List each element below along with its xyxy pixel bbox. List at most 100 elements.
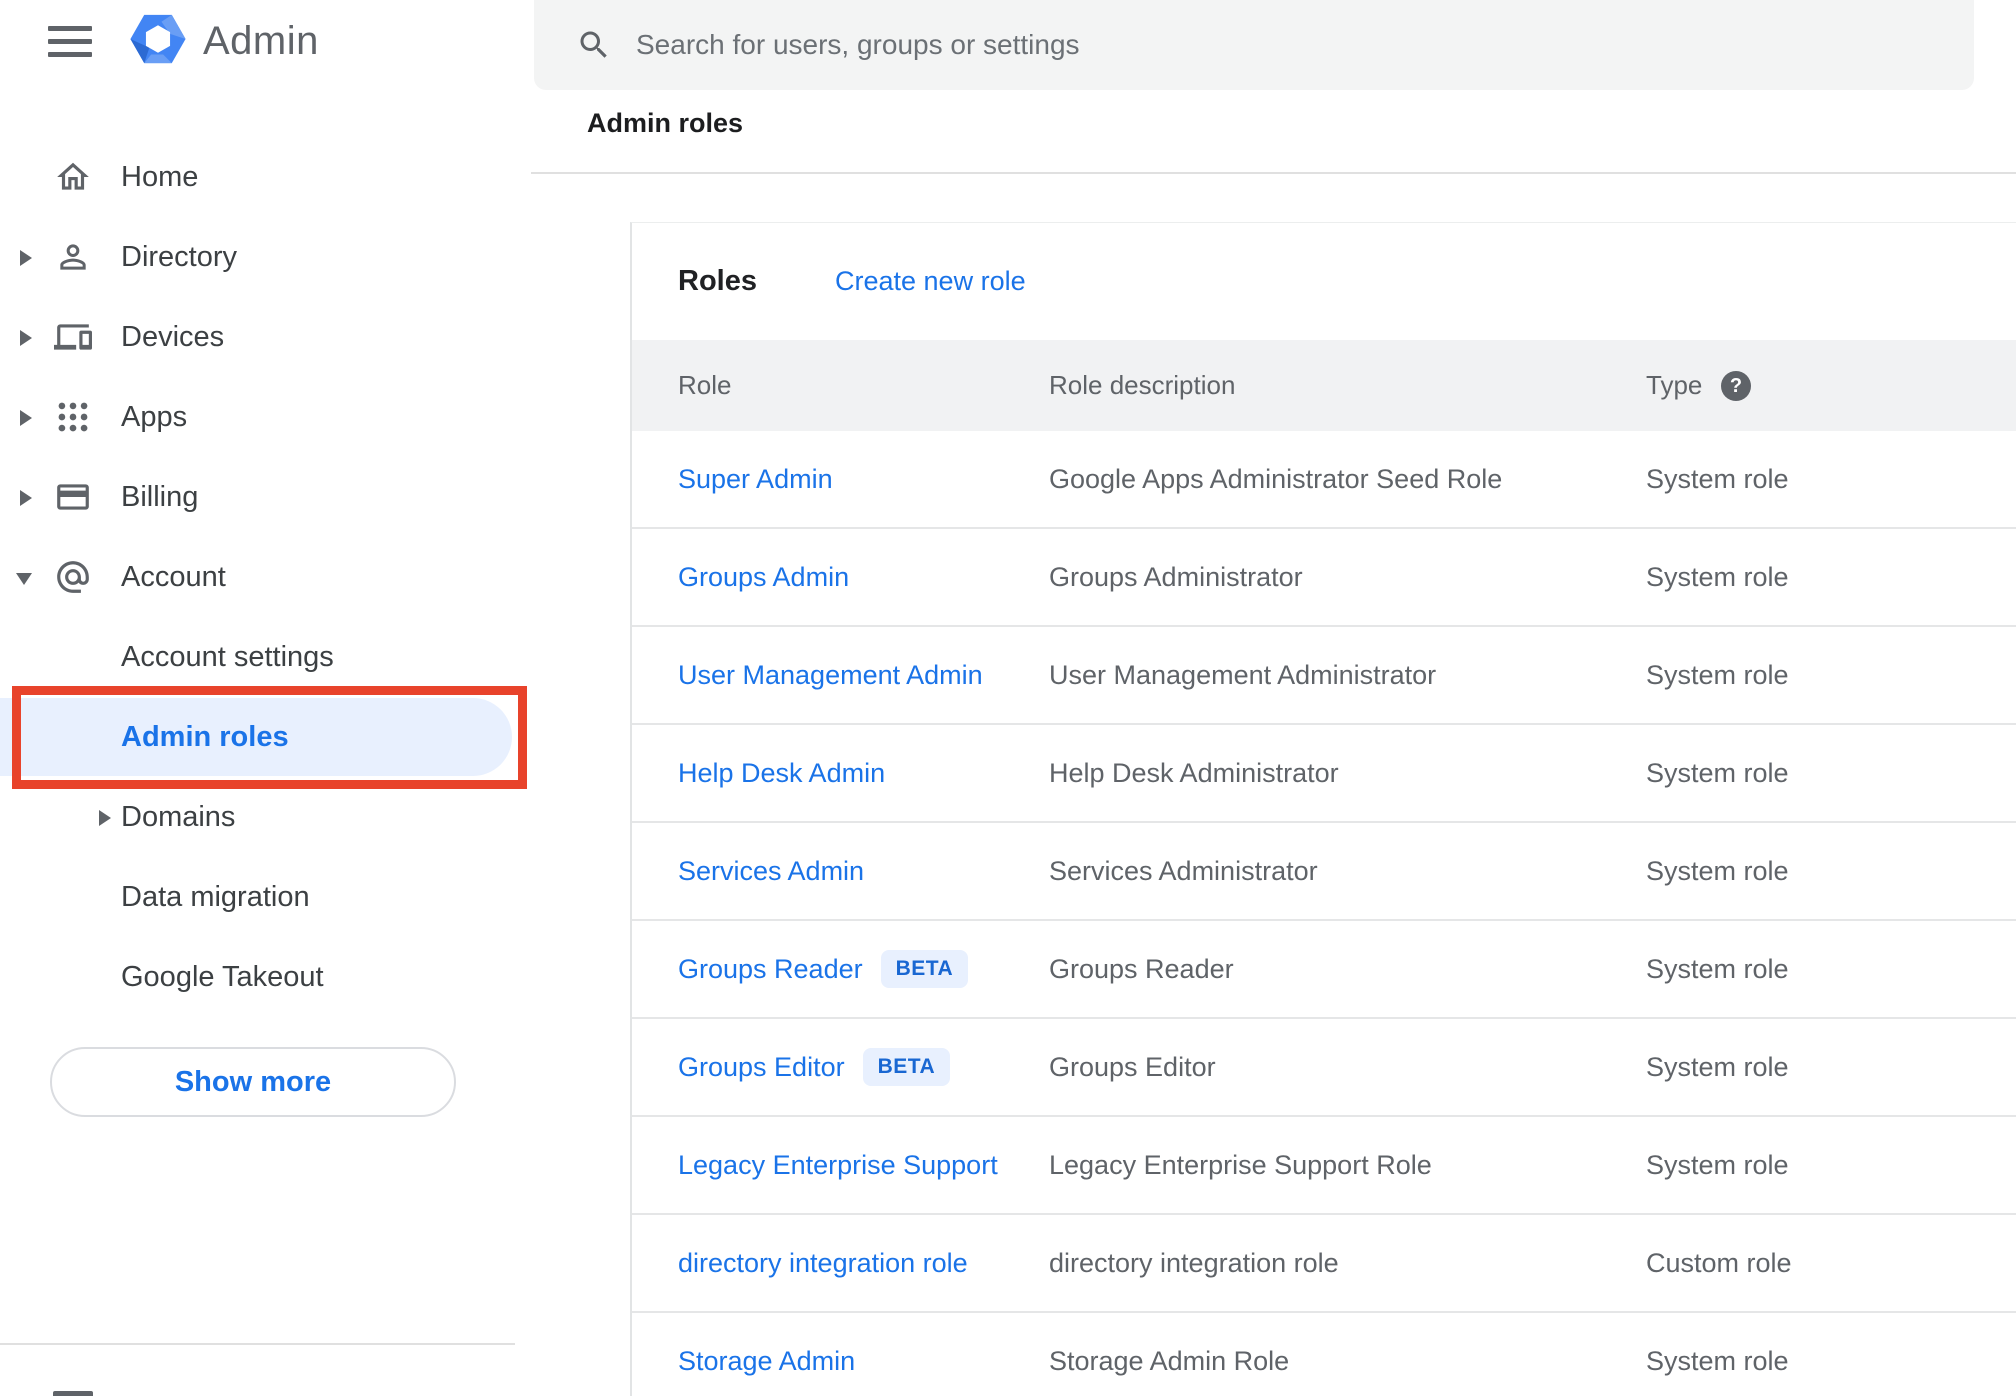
role-link[interactable]: User Management Admin [678, 660, 983, 691]
role-description: Services Administrator [1049, 855, 1318, 886]
beta-badge: BETA [862, 1048, 951, 1086]
role-type: System role [1646, 757, 1789, 788]
chevron-down-icon [16, 573, 32, 585]
role-link[interactable]: Groups Reader [678, 954, 863, 985]
role-type: System role [1646, 1051, 1789, 1082]
role-description: Google Apps Administrator Seed Role [1049, 463, 1503, 494]
breadcrumb: Admin roles [587, 108, 744, 138]
sidebar-item-google-takeout[interactable]: Google Takeout [0, 937, 531, 1017]
role-cell: Services Admin [678, 823, 864, 919]
role-description: Legacy Enterprise Support Role [1049, 1149, 1432, 1180]
search-bar [534, 0, 1974, 90]
role-cell: Groups Editor BETA [678, 1019, 951, 1115]
table-header-row: Role Role description Type ? [632, 340, 2016, 431]
role-type: Custom role [1646, 1247, 1792, 1278]
sidebar-item-directory[interactable]: Directory [0, 217, 531, 297]
sidebar-item-devices[interactable]: Devices [0, 297, 531, 377]
role-type: System role [1646, 953, 1789, 984]
role-cell: Storage Admin [678, 1313, 855, 1396]
role-link[interactable]: Groups Editor [678, 1052, 845, 1083]
role-link[interactable]: Legacy Enterprise Support [678, 1150, 998, 1181]
chevron-right-icon [20, 250, 32, 266]
roles-table-body: Super Admin Google Apps Administrator Se… [632, 431, 2016, 1396]
sidebar: Admin Home Directory Devices Apps Billin… [0, 0, 531, 1396]
role-description: Storage Admin Role [1049, 1345, 1290, 1376]
sidebar-item-account-settings[interactable]: Account settings [0, 617, 531, 697]
column-header-role: Role [678, 370, 732, 400]
sidebar-item-label: Directory [121, 240, 238, 273]
sidebar-nav: Home Directory Devices Apps Billing Acco… [0, 137, 531, 1017]
role-description: Help Desk Administrator [1049, 757, 1339, 788]
role-type: System role [1646, 855, 1789, 886]
role-description: directory integration role [1049, 1247, 1339, 1278]
role-description: Groups Editor [1049, 1051, 1216, 1082]
role-link[interactable]: Help Desk Admin [678, 758, 885, 789]
sidebar-item-admin-roles[interactable]: Admin roles [0, 697, 531, 777]
sidebar-item-domains[interactable]: Domains [0, 777, 531, 857]
chevron-right-icon [20, 410, 32, 426]
table-row: Legacy Enterprise Support Legacy Enterpr… [632, 1117, 2016, 1215]
beta-badge: BETA [880, 950, 969, 988]
chevron-right-icon [20, 330, 32, 346]
sidebar-item-label: Account settings [121, 640, 334, 673]
role-cell: Legacy Enterprise Support [678, 1117, 998, 1213]
role-type: System role [1646, 1149, 1789, 1180]
role-description: Groups Reader [1049, 953, 1234, 984]
table-row: Help Desk Admin Help Desk Administrator … [632, 725, 2016, 823]
role-link[interactable]: Storage Admin [678, 1346, 855, 1377]
role-cell: Super Admin [678, 431, 833, 527]
admin-hexagon-logo-icon [127, 8, 189, 75]
table-row: directory integration role directory int… [632, 1215, 2016, 1313]
card-title: Roles [678, 265, 757, 297]
sidebar-item-data-migration[interactable]: Data migration [0, 857, 531, 937]
sidebar-item-billing[interactable]: Billing [0, 457, 531, 537]
roles-card: Roles Create new role Role Role descript… [630, 222, 2016, 1396]
column-header-type: Type [1646, 370, 1703, 400]
sidebar-item-apps[interactable]: Apps [0, 377, 531, 457]
role-type: System role [1646, 561, 1789, 592]
clipped-bottom-icon [53, 1391, 93, 1396]
sidebar-item-label: Account [121, 560, 226, 593]
header-divider [531, 172, 2016, 174]
chevron-right-icon [20, 490, 32, 506]
sidebar-item-label: Billing [121, 480, 199, 513]
role-link[interactable]: Groups Admin [678, 562, 849, 593]
table-row: Storage Admin Storage Admin Role System … [632, 1313, 2016, 1396]
role-link[interactable]: directory integration role [678, 1248, 968, 1279]
hamburger-menu-icon[interactable] [48, 24, 92, 58]
table-row: Groups Reader BETA Groups Reader System … [632, 921, 2016, 1019]
table-row: Services Admin Services Administrator Sy… [632, 823, 2016, 921]
table-row: Groups Admin Groups Administrator System… [632, 529, 2016, 627]
search-icon [576, 27, 612, 63]
table-row: Super Admin Google Apps Administrator Se… [632, 431, 2016, 529]
help-icon[interactable]: ? [1721, 371, 1751, 401]
create-new-role-link[interactable]: Create new role [835, 223, 1026, 340]
role-description: Groups Administrator [1049, 561, 1303, 592]
role-cell: Groups Admin [678, 529, 849, 625]
sidebar-item-account[interactable]: Account [0, 537, 531, 617]
role-link[interactable]: Super Admin [678, 464, 833, 495]
show-more-button[interactable]: Show more [50, 1047, 456, 1117]
credit-card-icon [54, 478, 92, 516]
role-type: System role [1646, 659, 1789, 690]
role-cell: directory integration role [678, 1215, 968, 1311]
admin-logo: Admin [127, 10, 319, 72]
sidebar-item-label: Home [121, 160, 199, 193]
search-input[interactable] [634, 28, 1944, 62]
role-type: System role [1646, 463, 1789, 494]
sidebar-item-label: Devices [121, 320, 225, 353]
roles-card-header: Roles Create new role [632, 223, 2016, 340]
column-header-description: Role description [1049, 370, 1236, 400]
at-sign-icon [54, 558, 92, 596]
role-link[interactable]: Services Admin [678, 856, 864, 887]
sidebar-item-home[interactable]: Home [0, 137, 531, 217]
role-type: System role [1646, 1345, 1789, 1376]
person-icon [54, 238, 92, 276]
sidebar-bottom-divider [0, 1343, 515, 1345]
google-admin-console: Admin Home Directory Devices Apps Billin… [0, 0, 2016, 1396]
role-cell: User Management Admin [678, 627, 983, 723]
sidebar-item-label: Apps [121, 400, 188, 433]
table-row: Groups Editor BETA Groups Editor System … [632, 1019, 2016, 1117]
role-cell: Help Desk Admin [678, 725, 885, 821]
devices-icon [54, 318, 92, 356]
